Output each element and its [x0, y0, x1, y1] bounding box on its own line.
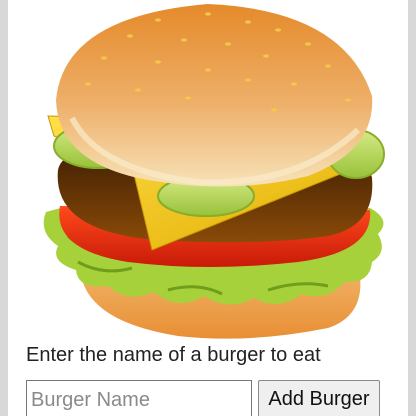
- add-burger-button[interactable]: Add Burger: [258, 380, 380, 416]
- top-bun: [56, 4, 373, 187]
- burger-name-input[interactable]: [26, 380, 252, 416]
- burger-prompt-label: Enter the name of a burger to eat: [26, 344, 321, 366]
- burger-panel: Enter the name of a burger to eat Add Bu…: [8, 0, 408, 416]
- hamburger-illustration-icon: [43, 4, 385, 339]
